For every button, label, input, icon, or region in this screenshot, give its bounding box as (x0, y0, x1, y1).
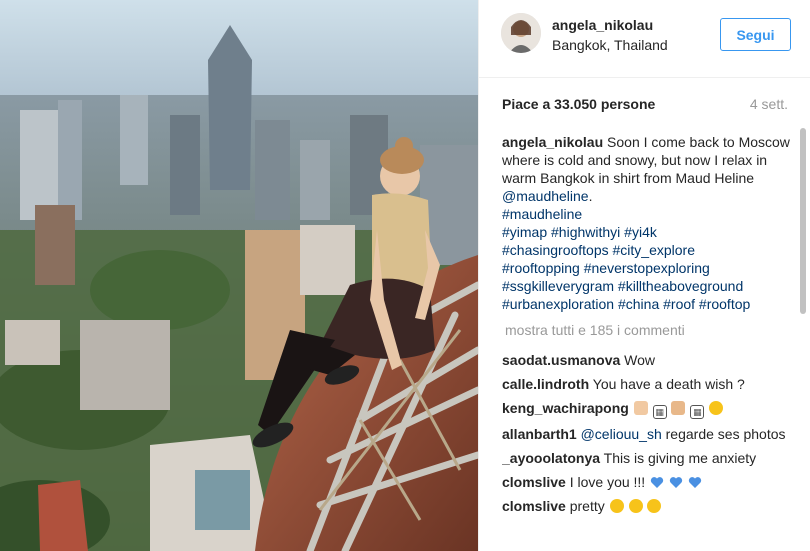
caption-username-link[interactable]: angela_nikolau (502, 134, 603, 150)
comments-scrollbar[interactable] (800, 128, 806, 314)
comments-list: angela_nikolau Soon I come back to Mosco… (502, 133, 792, 551)
blue-heart-icon (650, 477, 664, 488)
hashtag-line[interactable]: #maudheline (502, 205, 792, 223)
comment-username-link[interactable]: keng_wachirapong (502, 400, 629, 416)
comment-username-link[interactable]: _ayooolatonya (502, 450, 600, 466)
comment-item: clomslive pretty (502, 497, 792, 515)
post-age[interactable]: 4 sett. (750, 96, 788, 112)
comment-item: allanbarth1 @celiouu_sh regarde ses phot… (502, 425, 792, 443)
clap-icon (671, 401, 686, 415)
smile-face-icon (609, 499, 624, 513)
box-icon: ▦ (690, 405, 705, 419)
blue-heart-icon (669, 477, 683, 488)
show-all-comments-link[interactable]: mostra tutti e 185 i commenti (505, 321, 792, 339)
comment-username-link[interactable]: clomslive (502, 498, 566, 514)
comment-item: _ayooolatonya This is giving me anxiety (502, 449, 792, 467)
hashtag-line[interactable]: #chasingrooftops #city_explore (502, 241, 792, 259)
comment-text: I love you !!! (569, 474, 646, 490)
box-icon: ▦ (652, 405, 667, 419)
comment-text: regarde ses photos (665, 426, 786, 442)
hashtag-line[interactable]: #yimap #highwithyi #yi4k (502, 223, 792, 241)
hashtag-line[interactable]: #rooftopping #neverstopexploring (502, 259, 792, 277)
author-username-link[interactable]: angela_nikolau (552, 17, 653, 33)
comment-username-link[interactable]: calle.lindroth (502, 376, 589, 392)
comment-username-link[interactable]: clomslive (502, 474, 566, 490)
comment-username-link[interactable]: allanbarth1 (502, 426, 577, 442)
post-header: angela_nikolau Bangkok, Thailand Segui (479, 0, 810, 78)
comment-text: This is giving me anxiety (603, 450, 757, 466)
caption: angela_nikolau Soon I come back to Mosco… (502, 133, 792, 313)
caption-period: . (588, 188, 593, 204)
avatar[interactable] (501, 13, 541, 53)
post-photo[interactable] (0, 0, 478, 551)
likes-count[interactable]: Piace a 33.050 persone (502, 96, 655, 112)
thumbs-up-icon (633, 401, 648, 415)
post-detail-panel: angela_nikolau Bangkok, Thailand Segui P… (478, 0, 810, 551)
location-link[interactable]: Bangkok, Thailand (552, 37, 668, 53)
comment-text: Wow (624, 352, 656, 368)
hashtag-line[interactable]: #urbanexploration #china #roof #rooftop (502, 295, 792, 313)
follow-button[interactable]: Segui (720, 18, 791, 51)
comment-item: clomslive I love you !!! (502, 473, 792, 491)
comment-item: keng_wachirapong ▦ ▦ (502, 399, 792, 419)
hashtag-line[interactable]: #ssgkilleverygram #killtheaboveground (502, 277, 792, 295)
comment-username-link[interactable]: saodat.usmanova (502, 352, 620, 368)
comment-item: calle.lindroth You have a death wish ? (502, 375, 792, 393)
comment-text: You have a death wish ? (592, 376, 745, 392)
smile-face-icon (628, 499, 643, 513)
grimace-face-icon (709, 401, 724, 415)
smile-face-icon (647, 499, 662, 513)
comment-item: saodat.usmanova Wow (502, 351, 792, 369)
caption-mention-link[interactable]: @maudheline (502, 188, 589, 204)
comment-mention-link[interactable]: @celiouu_sh (581, 426, 662, 442)
blue-heart-icon (688, 477, 702, 488)
comment-text: pretty (569, 498, 605, 514)
